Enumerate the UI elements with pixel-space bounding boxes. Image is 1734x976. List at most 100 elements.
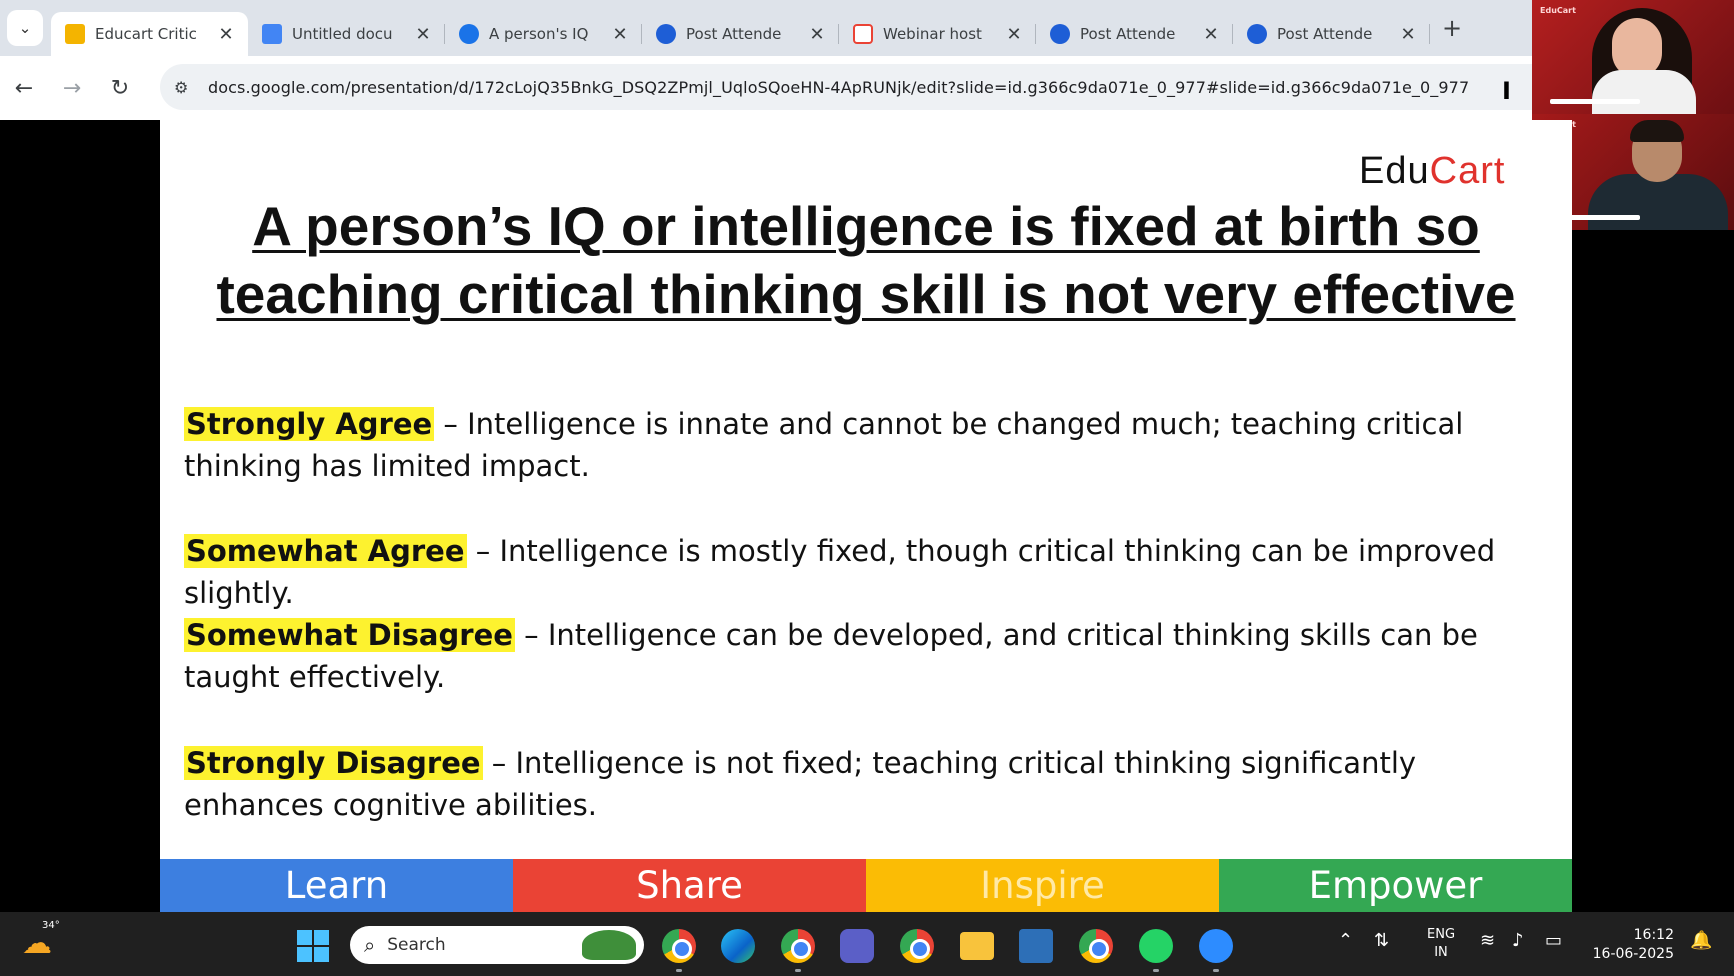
running-indicator [1213, 969, 1219, 972]
browser-tab-strip: ⌄ Educart Critic ✕ Untitled docu ✕ A per… [0, 0, 1532, 56]
tab-post-attendee-1[interactable]: Post Attende ✕ [642, 12, 839, 56]
tab-label: A person's IQ [489, 25, 589, 43]
close-icon[interactable]: ✕ [1004, 24, 1024, 45]
close-icon[interactable]: ✕ [610, 24, 630, 45]
tab-label: Untitled docu [292, 25, 393, 43]
edge-icon[interactable] [721, 929, 755, 963]
running-indicator [1153, 969, 1159, 972]
internet-archive-icon [459, 24, 479, 44]
tab-label: Post Attende [1277, 25, 1373, 43]
language-code: ENG [1427, 927, 1456, 942]
zoom-icon [1050, 24, 1070, 44]
option-label: Strongly Disagree [184, 746, 483, 780]
weather-icon[interactable]: ☁ [22, 926, 52, 961]
video-tile-presenter[interactable]: EduCart [1532, 0, 1734, 114]
taskbar-search[interactable]: ⌕ Search [350, 926, 644, 964]
turtle-search-highlight-icon [582, 930, 636, 960]
chrome-profile-icon[interactable] [781, 929, 815, 963]
teams-icon[interactable] [840, 929, 874, 963]
host-body [1588, 174, 1728, 230]
running-indicator [676, 969, 682, 972]
tab-persons-iq[interactable]: A person's IQ ✕ [445, 12, 642, 56]
name-bar [1550, 99, 1640, 104]
logo-main: Edu [1359, 150, 1430, 192]
option-strongly-agree: Strongly Agree – Intelligence is innate … [184, 403, 1562, 487]
clock[interactable]: 16:12 16-06-2025 [1588, 926, 1674, 964]
banner-empower: Empower [1219, 859, 1572, 912]
tab-webinar-host[interactable]: Webinar host ✕ [839, 12, 1036, 56]
new-tab-button[interactable]: + [1442, 14, 1462, 42]
clock-date: 16-06-2025 [1592, 946, 1674, 962]
gmail-icon [853, 24, 873, 44]
close-icon[interactable]: ✕ [1398, 24, 1418, 45]
clock-time: 16:12 [1633, 927, 1674, 943]
forward-arrow-icon[interactable]: → [48, 76, 96, 101]
option-label: Strongly Agree [184, 407, 435, 441]
docs-icon [262, 24, 282, 44]
reload-icon[interactable]: ↻ [96, 76, 144, 101]
notifications-icon[interactable]: 🔔 [1690, 930, 1712, 951]
tab-educart[interactable]: Educart Critic ✕ [51, 12, 248, 56]
volume-icon[interactable]: ♪ [1512, 930, 1524, 951]
chrome-icon[interactable] [662, 929, 696, 963]
close-icon[interactable]: ✕ [807, 24, 827, 45]
option-strongly-disagree: Strongly Disagree – Intelligence is not … [184, 742, 1562, 826]
presenter-body [1592, 70, 1696, 114]
battery-icon[interactable]: ▭ [1545, 930, 1562, 951]
wifi-icon[interactable]: ≋ [1480, 930, 1495, 951]
tab-label: Educart Critic [95, 25, 197, 43]
chrome-profile-3-icon[interactable] [1079, 929, 1113, 963]
chrome-profile-2-icon[interactable] [900, 929, 934, 963]
zoom-app-icon[interactable] [1199, 929, 1233, 963]
tab-search-button[interactable]: ⌄ [7, 10, 43, 46]
browser-toolbar: ← → ↻ ⚙ docs.google.com/presentation/d/1… [0, 56, 1532, 120]
tab-post-attendee-3[interactable]: Post Attende ✕ [1233, 12, 1430, 56]
logo-cart: Cart [1429, 150, 1506, 192]
option-label: Somewhat Agree [184, 534, 467, 568]
calculator-icon[interactable] [1019, 929, 1053, 963]
zoom-icon [656, 24, 676, 44]
educart-logo: EduCart [1359, 150, 1505, 193]
video-logo: EduCart [1540, 6, 1576, 15]
close-icon[interactable]: ✕ [1201, 24, 1221, 45]
tab-post-attendee-2[interactable]: Post Attende ✕ [1036, 12, 1233, 56]
option-somewhat-agree: Somewhat Agree – Intelligence is mostly … [184, 530, 1562, 614]
search-icon: ⌕ [364, 933, 376, 957]
close-icon[interactable]: ✕ [216, 24, 236, 45]
footer-banner: Learn Share Inspire Empower [160, 859, 1572, 912]
presenter-face [1612, 18, 1662, 78]
option-label: Somewhat Disagree [184, 618, 515, 652]
chevron-down-icon: ⌄ [18, 19, 32, 37]
address-bar[interactable]: ⚙ docs.google.com/presentation/d/172cLoj… [160, 64, 1532, 110]
search-label: Search [387, 935, 446, 955]
url-text[interactable]: docs.google.com/presentation/d/172cLojQ3… [208, 78, 1469, 97]
tab-label: Webinar host [883, 25, 982, 43]
site-settings-icon[interactable]: ⚙ [174, 78, 200, 97]
tab-list: Educart Critic ✕ Untitled docu ✕ A perso… [51, 0, 1462, 56]
close-icon[interactable]: ✕ [413, 24, 433, 45]
presentation-slide: EduCart A person’s IQ or intelligence is… [160, 120, 1572, 912]
language-indicator[interactable]: ENG IN [1427, 926, 1455, 962]
text-cursor-icon: I [1502, 77, 1511, 105]
slide-title: A person’s IQ or intelligence is fixed a… [216, 195, 1516, 325]
file-explorer-icon[interactable] [960, 932, 994, 960]
running-indicator [795, 969, 801, 972]
banner-share: Share [513, 859, 866, 912]
back-arrow-icon[interactable]: ← [0, 76, 48, 101]
chevron-up-icon[interactable]: ⌃ [1338, 930, 1353, 951]
tab-untitled-doc[interactable]: Untitled docu ✕ [248, 12, 445, 56]
host-hair [1630, 120, 1684, 142]
zoom-icon [1247, 24, 1267, 44]
windows-taskbar: ☁ 34° ⌕ Search ⌃ ⇅ ENG IN ≋ ♪ ▭ 16:12 16… [0, 912, 1734, 976]
whatsapp-icon[interactable] [1139, 929, 1173, 963]
option-somewhat-disagree: Somewhat Disagree – Intelligence can be … [184, 614, 1562, 698]
windows-start-icon[interactable] [297, 930, 329, 962]
region-code: IN [1434, 945, 1448, 960]
slides-icon [65, 24, 85, 44]
banner-inspire: Inspire [866, 859, 1219, 912]
tab-label: Post Attende [686, 25, 782, 43]
weather-temp: 34° [42, 920, 60, 931]
screen: ⌄ Educart Critic ✕ Untitled docu ✕ A per… [0, 0, 1734, 976]
banner-learn: Learn [160, 859, 513, 912]
network-activity-icon[interactable]: ⇅ [1374, 930, 1389, 951]
